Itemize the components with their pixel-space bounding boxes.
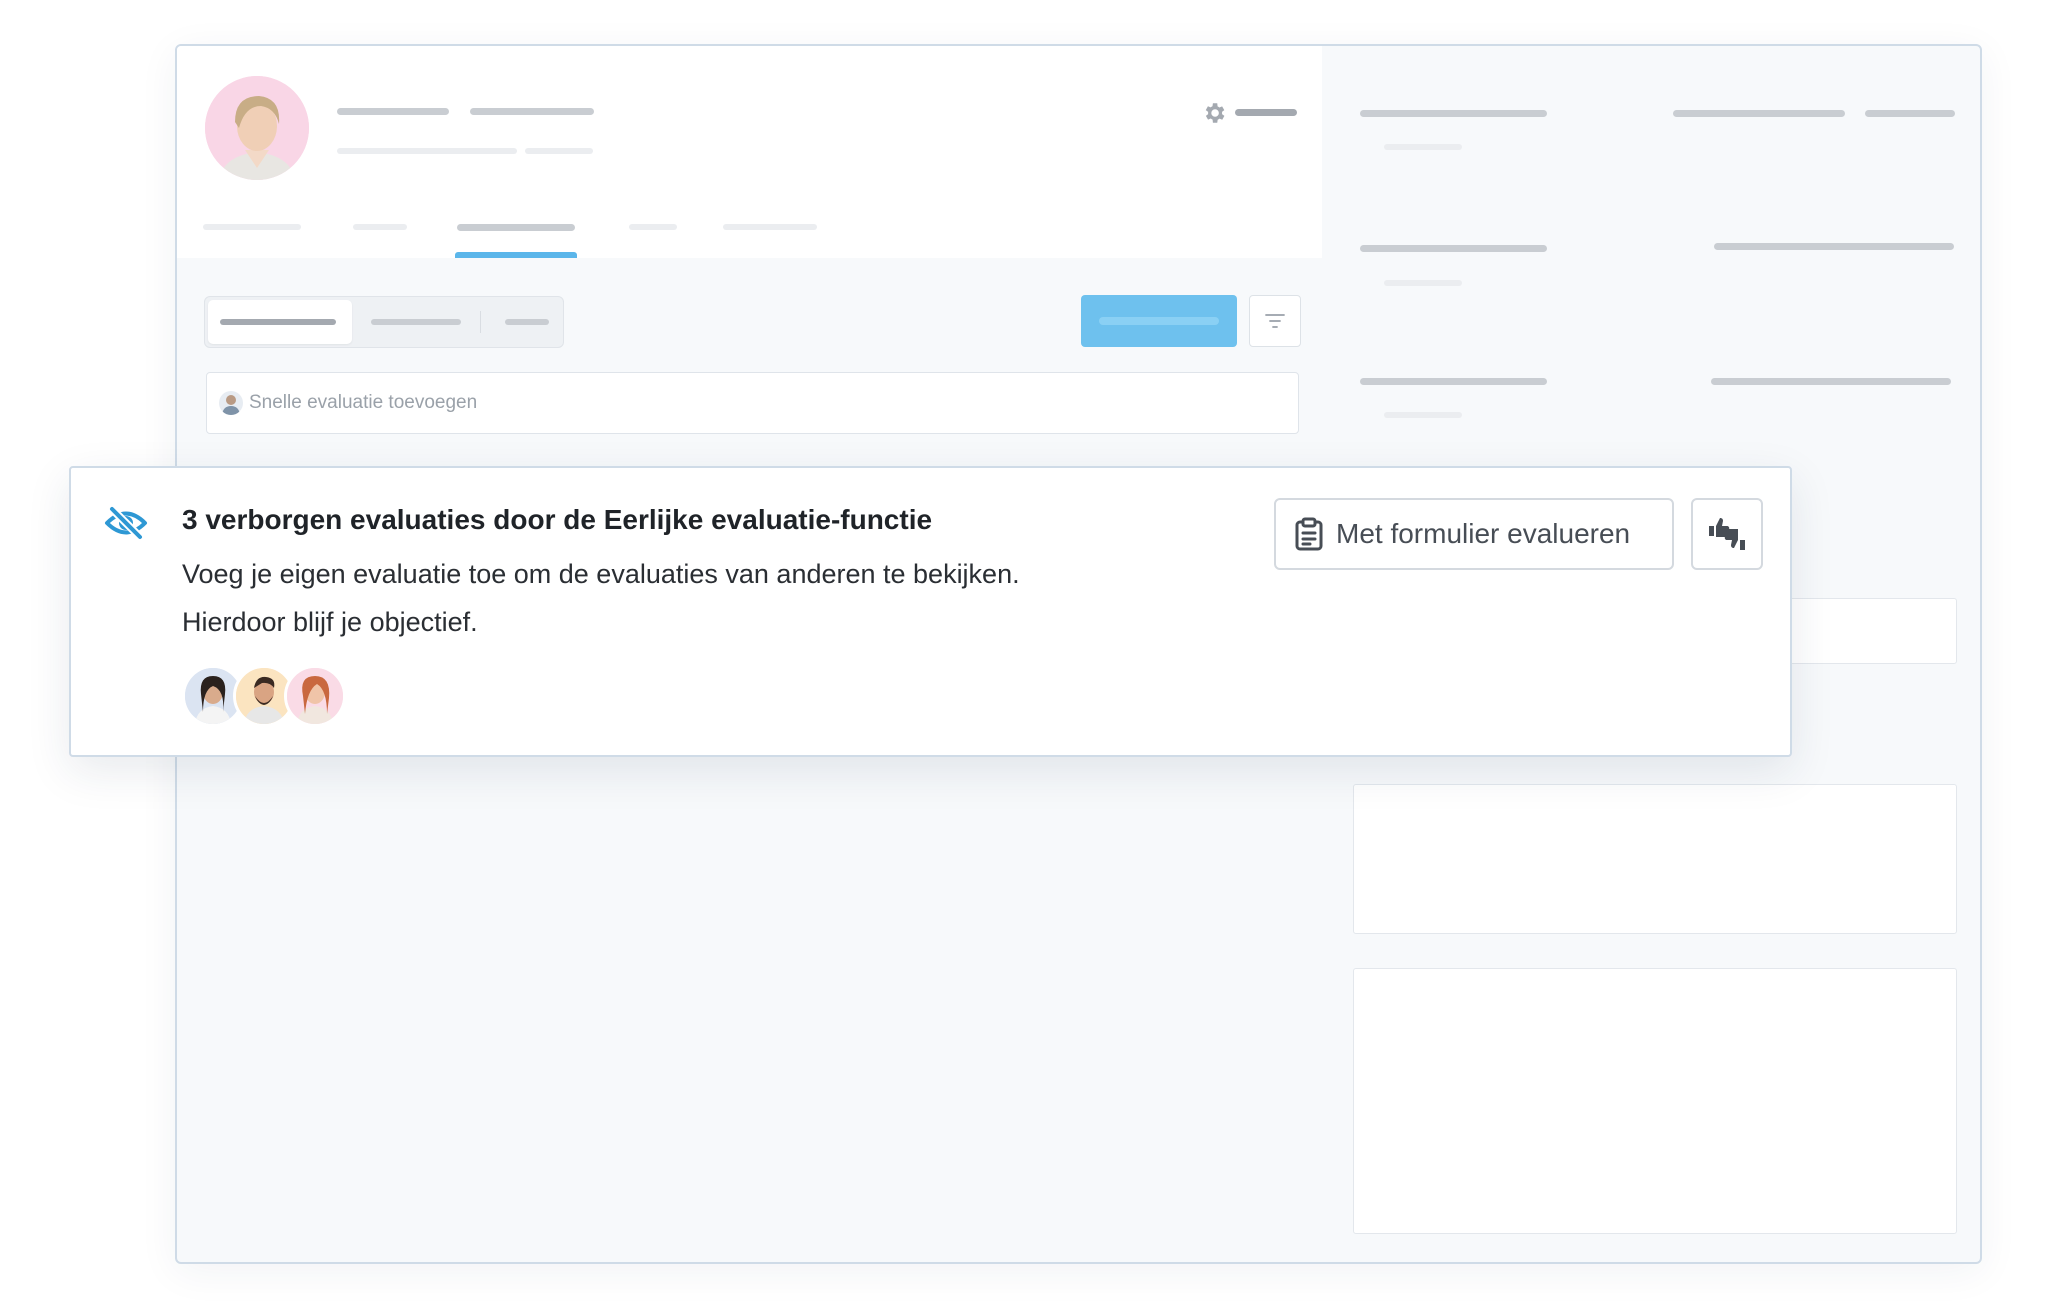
tab-2[interactable] [353,224,407,230]
view-switcher [204,296,564,348]
user-avatar-icon [219,391,243,415]
evaluate-with-form-button[interactable]: Met formulier evalueren [1274,498,1674,570]
segment-3[interactable] [505,319,549,325]
profile-avatar [205,76,309,180]
segment-active[interactable] [208,300,352,344]
filter-button[interactable] [1249,295,1301,347]
thumbs-rating-button[interactable] [1691,498,1763,570]
notice-title: 3 verborgen evaluaties door de Eerlijke … [182,504,933,535]
thumbs-up-down-icon [1709,518,1745,550]
hidden-evaluations-notice: 3 verborgen evaluaties door de Eerlijke … [69,466,1792,757]
settings-icon[interactable] [1201,100,1227,126]
notice-description: Voeg je eigen evaluatie toe om de evalua… [182,559,1020,637]
profile-header [177,46,1322,258]
reviewer-avatars [182,665,346,727]
primary-action-button[interactable] [1081,295,1237,347]
side-card-3 [1353,968,1957,1234]
eye-slash-icon [103,500,149,546]
tab-1[interactable] [203,224,301,230]
side-card-2 [1353,784,1957,934]
tab-4[interactable] [629,224,677,230]
active-tab-indicator [455,252,577,258]
quick-evaluation-placeholder: Snelle evaluatie toevoegen [249,392,478,413]
segment-2[interactable] [371,319,461,325]
evaluate-with-form-label: Met formulier evalueren [1336,518,1631,549]
tab-5[interactable] [723,224,817,230]
reviewer-avatar-3 [284,665,346,727]
clipboard-icon [1294,517,1324,551]
quick-evaluation-input[interactable]: Snelle evaluatie toevoegen [206,372,1299,434]
filter-icon [1265,314,1285,328]
tab-3[interactable] [457,224,575,231]
person-avatar-icon [205,76,309,180]
